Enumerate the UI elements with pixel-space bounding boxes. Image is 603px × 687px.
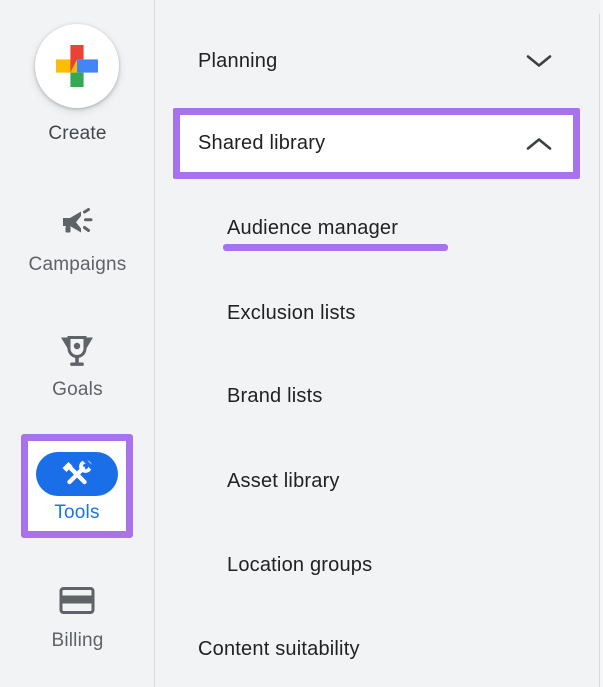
- menu-item-content-suitability[interactable]: Content suitability: [156, 613, 603, 685]
- menu-item-audience-manager[interactable]: Audience manager: [156, 192, 603, 264]
- chevron-up-icon[interactable]: [526, 137, 552, 151]
- rail-item-tools-label: Tools: [54, 502, 100, 523]
- panel-right-border: [599, 14, 600, 687]
- megaphone-icon[interactable]: [56, 205, 100, 244]
- menu-item-label: Planning: [198, 49, 278, 72]
- credit-card-icon[interactable]: [59, 586, 95, 620]
- chevron-down-icon[interactable]: [526, 54, 552, 68]
- menu-item-planning[interactable]: Planning: [156, 25, 603, 97]
- menu-item-exclusion-lists[interactable]: Exclusion lists: [156, 277, 603, 349]
- rail-item-create-label: Create: [48, 123, 107, 144]
- tools-selected-pill[interactable]: [36, 452, 118, 496]
- left-nav-rail: Create Campaigns Goals Tools Billing: [0, 0, 155, 687]
- menu-item-label: Brand lists: [227, 384, 323, 407]
- audience-manager-underline-annotation: [223, 244, 448, 251]
- create-button[interactable]: [35, 24, 119, 108]
- rail-item-goals-label[interactable]: Goals: [0, 379, 155, 401]
- menu-item-label: Shared library: [198, 132, 326, 154]
- google-plus-icon: [56, 45, 98, 87]
- hammer-wrench-icon: [57, 460, 97, 488]
- rail-item-tools[interactable]: Tools: [21, 434, 133, 538]
- google-ads-navigation: Create Campaigns Goals Tools Billing Pla…: [0, 0, 603, 687]
- menu-item-location-groups[interactable]: Location groups: [156, 529, 603, 601]
- menu-item-label: Exclusion lists: [227, 301, 356, 324]
- rail-item-billing-label[interactable]: Billing: [0, 630, 155, 652]
- rail-item-campaigns-label[interactable]: Campaigns: [0, 254, 155, 276]
- menu-item-asset-library[interactable]: Asset library: [156, 445, 603, 517]
- tools-menu-panel: Planning Shared library Audience manager…: [156, 0, 603, 687]
- menu-item-label: Location groups: [227, 553, 373, 576]
- menu-item-brand-lists[interactable]: Brand lists: [156, 360, 603, 432]
- menu-item-label: Asset library: [227, 469, 340, 492]
- menu-item-label: Content suitability: [198, 637, 360, 660]
- menu-item-label: Audience manager: [227, 216, 399, 239]
- trophy-icon[interactable]: [58, 330, 96, 375]
- menu-item-shared-library[interactable]: Shared library: [173, 108, 580, 179]
